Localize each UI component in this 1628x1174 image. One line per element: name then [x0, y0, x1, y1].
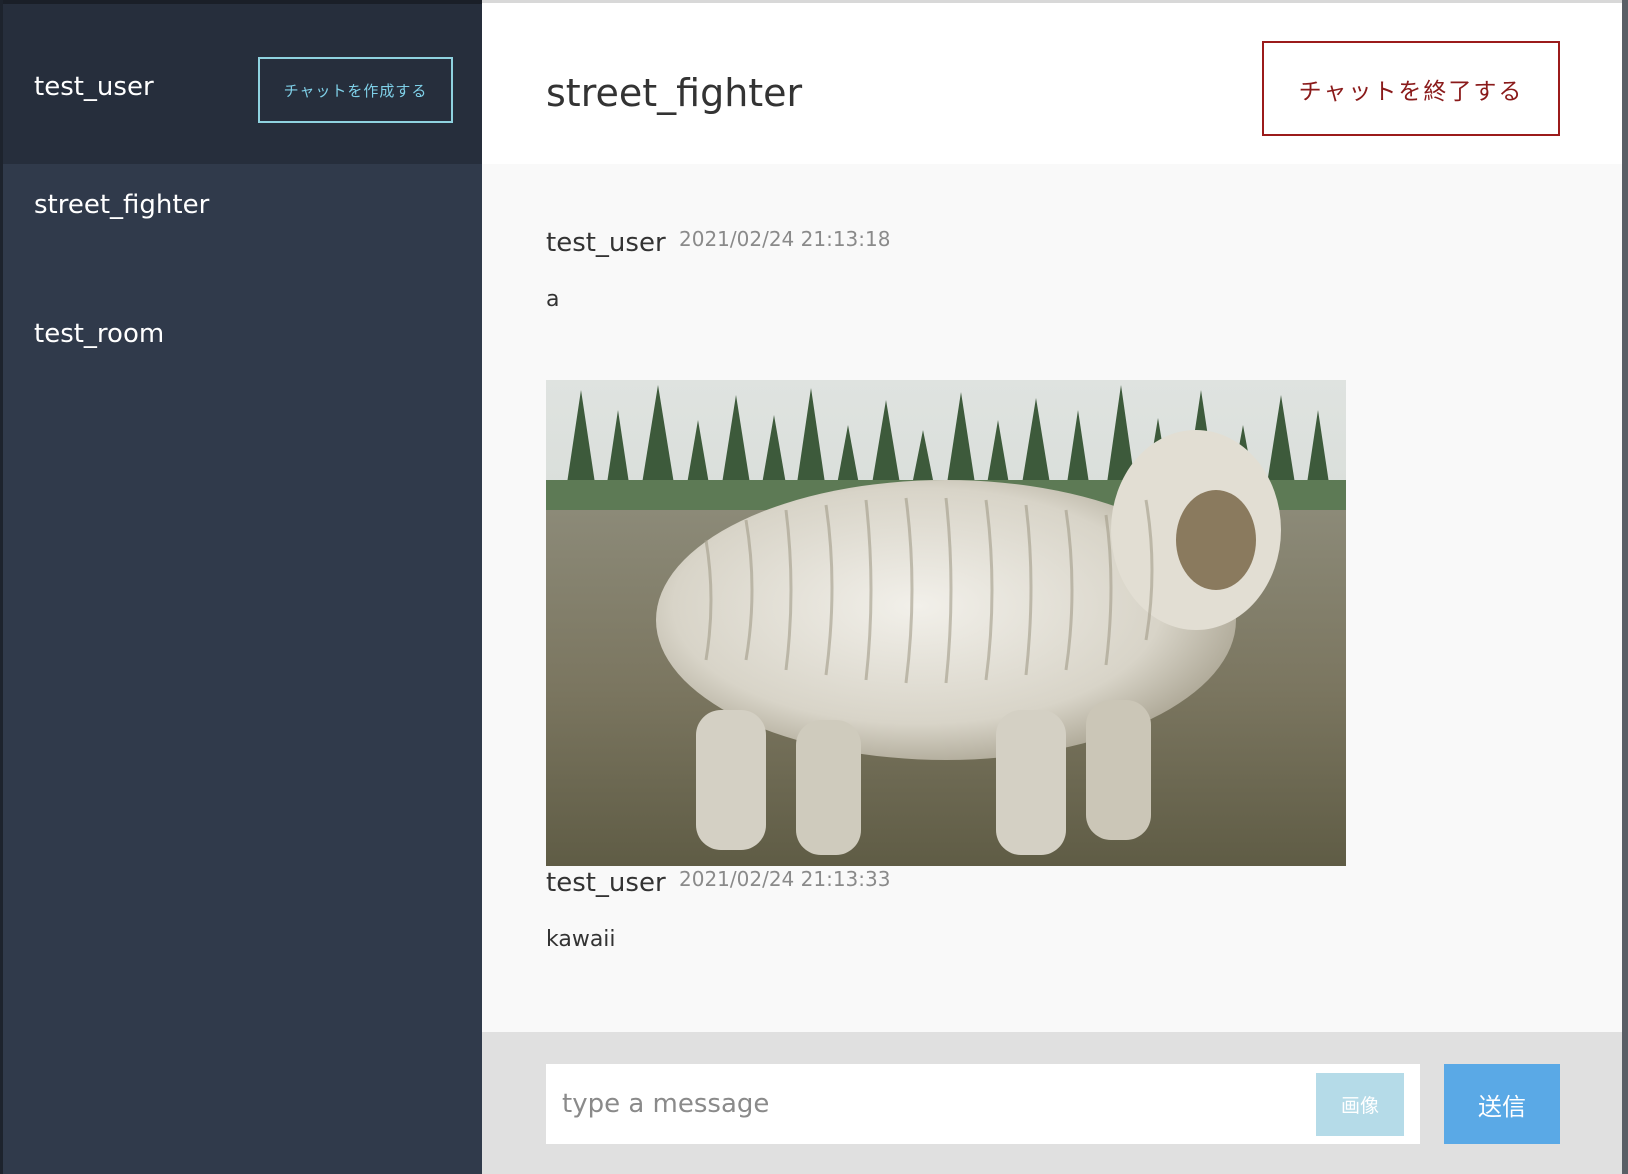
send-button[interactable]: 送信 — [1444, 1064, 1560, 1144]
current-user-name: test_user — [34, 72, 154, 102]
message-input[interactable] — [546, 1064, 1420, 1144]
window-edge — [1622, 0, 1628, 1174]
image-upload-button[interactable]: 画像 — [1316, 1073, 1404, 1136]
message-composer: 画像 送信 — [482, 1032, 1622, 1174]
chat-main: street_fighter チャットを終了する test_user 2021/… — [482, 0, 1622, 1174]
message-author: test_user — [546, 228, 666, 258]
message-text: a — [546, 287, 560, 312]
sidebar-header: test_user チャットを作成する — [3, 0, 482, 164]
create-chat-button[interactable]: チャットを作成する — [258, 57, 453, 123]
sidebar: test_user チャットを作成する street_fighter test_… — [0, 0, 482, 1174]
end-chat-button[interactable]: チャットを終了する — [1262, 41, 1560, 136]
message-list[interactable]: test_user 2021/02/24 21:13:18 a test_use… — [482, 164, 1622, 1032]
message-image-attachment — [546, 380, 1346, 866]
room-item-street-fighter[interactable]: street_fighter — [34, 188, 209, 222]
message-text: kawaii — [546, 927, 616, 952]
room-item-test-room[interactable]: test_room — [34, 317, 164, 351]
chat-app-window: test_user チャットを作成する street_fighter test_… — [0, 0, 1628, 1174]
dog-photo — [546, 380, 1346, 866]
message-timestamp: 2021/02/24 21:13:33 — [679, 867, 891, 891]
chat-header: street_fighter チャットを終了する — [482, 0, 1622, 164]
message-author: test_user — [546, 868, 666, 898]
message-timestamp: 2021/02/24 21:13:18 — [679, 227, 891, 251]
room-title: street_fighter — [546, 71, 803, 115]
